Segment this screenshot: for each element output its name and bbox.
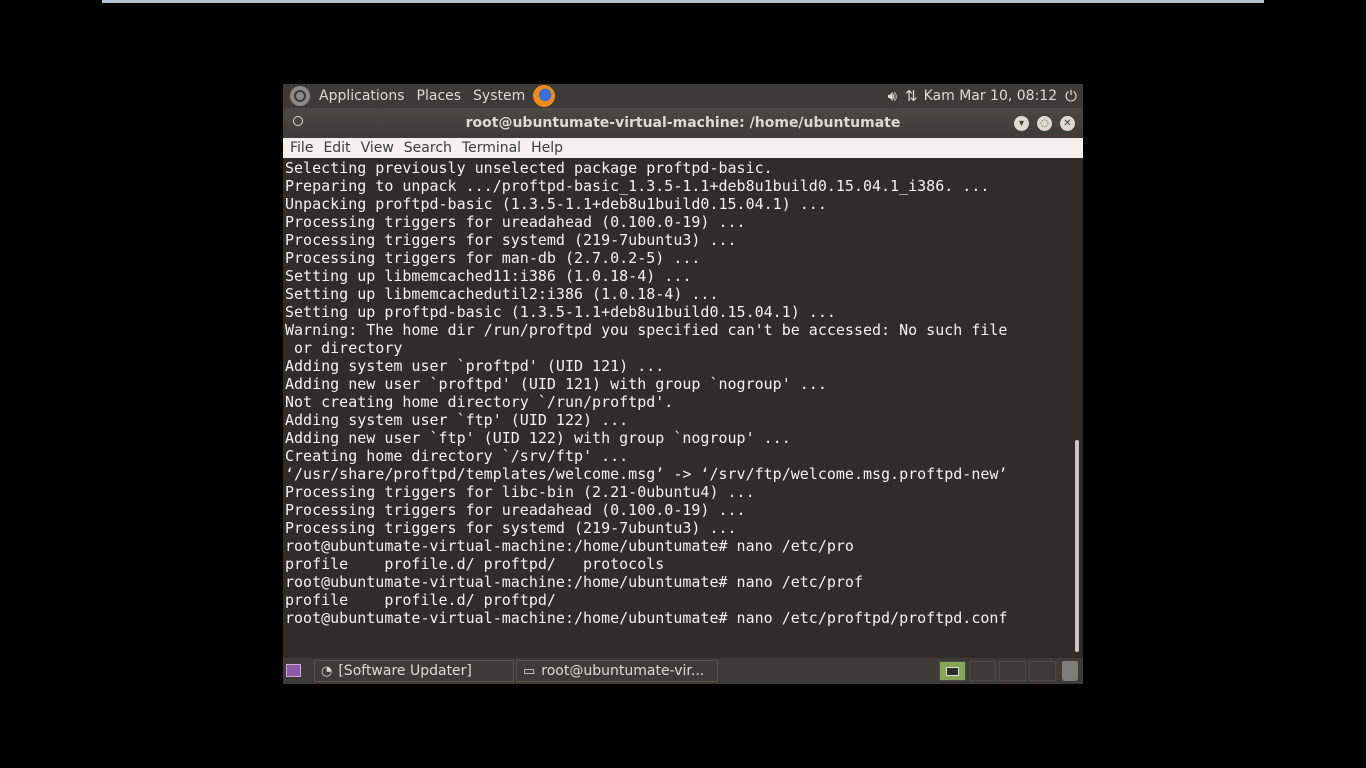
terminal-line: Warning: The home dir /run/proftpd you s… xyxy=(285,321,1008,339)
workspace-2[interactable] xyxy=(969,661,996,681)
terminal-line: Creating home directory `/srv/ftp' ... xyxy=(285,447,629,465)
terminal-line: Unpacking proftpd-basic (1.3.5-1.1+deb8u… xyxy=(285,195,827,213)
scrollbar-thumb[interactable] xyxy=(1075,440,1079,652)
terminal-line: ‘/usr/share/proftpd/templates/welcome.ms… xyxy=(285,465,1008,483)
menu-view[interactable]: View xyxy=(359,140,396,156)
workspace-3[interactable] xyxy=(999,661,1026,681)
terminal-line: Processing triggers for libc-bin (2.21-0… xyxy=(285,483,755,501)
network-icon[interactable]: ⇅ xyxy=(905,87,918,105)
top-panel: Applications Places System 🔊︎ ⇅ Kam Mar … xyxy=(283,84,1083,108)
volume-icon[interactable]: 🔊︎ xyxy=(888,87,897,105)
menu-applications[interactable]: Applications xyxy=(317,88,407,104)
menu-terminal[interactable]: Terminal xyxy=(460,140,523,156)
menu-search[interactable]: Search xyxy=(402,140,454,156)
terminal-line: Not creating home directory `/run/proftp… xyxy=(285,393,674,411)
terminal-line: profile profile.d/ proftpd/ xyxy=(285,591,556,609)
terminal-line: Adding system user `ftp' (UID 122) ... xyxy=(285,411,629,429)
terminal-menubar: File Edit View Search Terminal Help xyxy=(283,138,1083,158)
terminal-line: Processing triggers for systemd (219-7ub… xyxy=(285,519,737,537)
terminal-line: root@ubuntumate-virtual-machine:/home/ub… xyxy=(285,573,863,591)
window-titlebar[interactable]: root@ubuntumate-virtual-machine: /home/u… xyxy=(283,108,1083,138)
terminal-line: Selecting previously unselected package … xyxy=(285,159,773,177)
terminal-line: Setting up libmemcachedutil2:i386 (1.0.1… xyxy=(285,285,719,303)
terminal-line: Processing triggers for ureadahead (0.10… xyxy=(285,213,746,231)
workspace-4[interactable] xyxy=(1029,661,1056,681)
show-desktop-icon[interactable] xyxy=(286,664,301,677)
bottom-panel: ◔ [Software Updater] ▭ root@ubuntumate-v… xyxy=(283,658,1083,684)
vm-screen: Applications Places System 🔊︎ ⇅ Kam Mar … xyxy=(283,84,1083,684)
terminal-icon: ▭ xyxy=(523,663,536,679)
host-top-strip xyxy=(102,0,1264,3)
terminal-line: root@ubuntumate-virtual-machine:/home/ub… xyxy=(285,609,1008,627)
terminal-output[interactable]: Selecting previously unselected package … xyxy=(285,159,1069,657)
clock[interactable]: Kam Mar 10, 08:12 xyxy=(924,88,1058,104)
task-terminal[interactable]: ▭ root@ubuntumate-vir... xyxy=(516,660,718,682)
menu-edit[interactable]: Edit xyxy=(321,140,352,156)
firefox-launcher-icon[interactable] xyxy=(533,85,556,107)
minimize-icon[interactable]: ▾ xyxy=(1014,116,1029,131)
terminal-line: Adding new user `ftp' (UID 122) with gro… xyxy=(285,429,791,447)
terminal-line: Setting up proftpd-basic (1.3.5-1.1+deb8… xyxy=(285,303,836,321)
software-updater-icon: ◔ xyxy=(321,663,333,679)
terminal-line: or directory xyxy=(285,339,403,357)
terminal-scrollbar[interactable] xyxy=(1071,158,1083,658)
terminal-line: Processing triggers for man-db (2.7.0.2-… xyxy=(285,249,701,267)
menu-file[interactable]: File xyxy=(288,140,315,156)
power-icon[interactable]: ⏻ xyxy=(1065,87,1077,105)
task-label: root@ubuntumate-vir... xyxy=(541,663,705,679)
terminal-line: profile profile.d/ proftpd/ protocols xyxy=(285,555,665,573)
trash-icon[interactable] xyxy=(1062,661,1078,681)
window-title: root@ubuntumate-virtual-machine: /home/u… xyxy=(465,115,901,131)
terminal-line: Preparing to unpack .../proftpd-basic_1.… xyxy=(285,177,990,195)
menu-places[interactable]: Places xyxy=(415,88,464,104)
task-software-updater[interactable]: ◔ [Software Updater] xyxy=(314,660,514,682)
close-icon[interactable]: ✕ xyxy=(1060,116,1075,131)
terminal-line: Adding new user `proftpd' (UID 121) with… xyxy=(285,375,827,393)
task-label: [Software Updater] xyxy=(338,663,472,679)
mate-logo-icon[interactable] xyxy=(290,86,310,106)
terminal-line: Setting up libmemcached11:i386 (1.0.18-4… xyxy=(285,267,692,285)
terminal-line: Processing triggers for ureadahead (0.10… xyxy=(285,501,746,519)
workspace-1[interactable] xyxy=(939,661,966,681)
terminal-line: Processing triggers for systemd (219-7ub… xyxy=(285,231,737,249)
system-tray: 🔊︎ ⇅ Kam Mar 10, 08:12 ⏻ xyxy=(880,87,1083,105)
menu-system[interactable]: System xyxy=(471,88,527,104)
menu-help[interactable]: Help xyxy=(529,140,565,156)
terminal-line: Adding system user `proftpd' (UID 121) .… xyxy=(285,357,665,375)
terminal-line: root@ubuntumate-virtual-machine:/home/ub… xyxy=(285,537,854,555)
maximize-icon[interactable]: ◌ xyxy=(1037,116,1052,131)
